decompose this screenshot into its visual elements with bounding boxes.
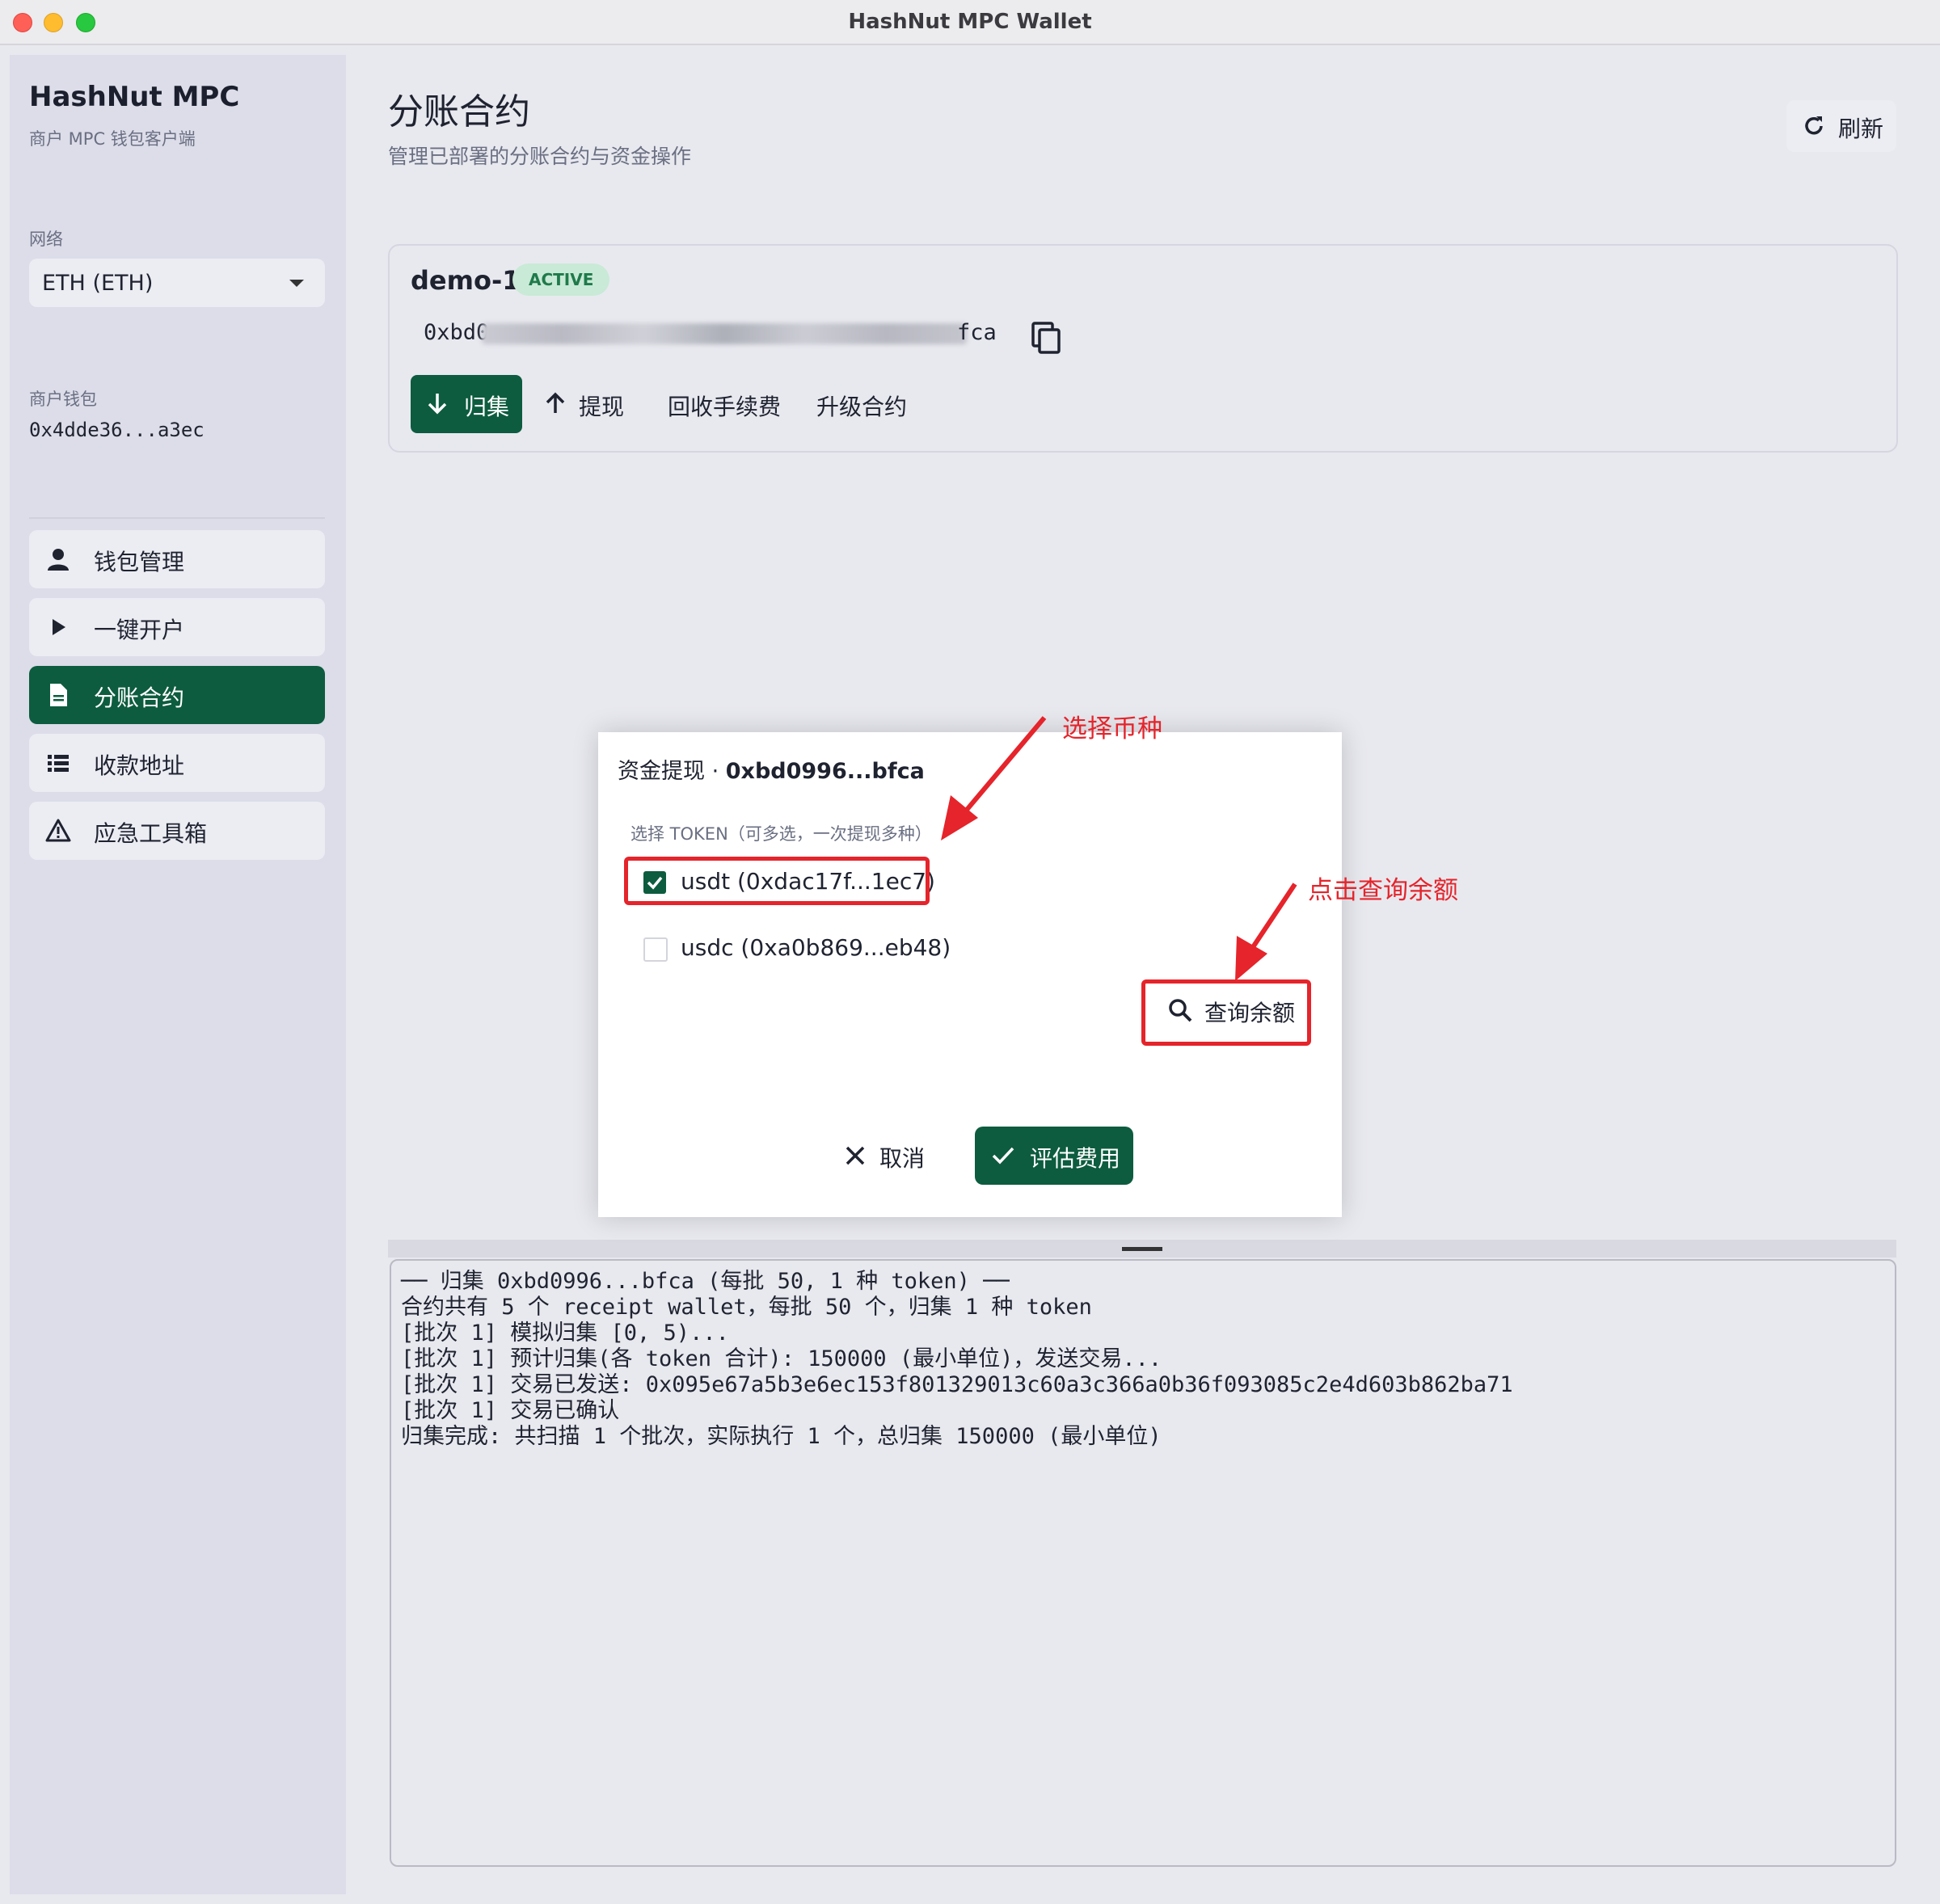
estimate-fee-label: 评估费用 [1030,1145,1121,1172]
page-subtitle: 管理已部署的分账合约与资金操作 [388,145,692,168]
merchant-wallet-label: 商户钱包 [29,390,97,409]
panel-splitter[interactable] [388,1240,1896,1257]
contract-name: demo-1 [411,265,521,296]
arrow-up-icon [546,392,565,413]
reclaim-fee-label: 回收手续费 [668,394,782,420]
contract-address-end: fca [957,320,997,345]
estimate-fee-button[interactable]: 评估费用 [975,1127,1133,1185]
sidebar: HashNut MPC 商户 MPC 钱包客户端 网络 ETH (ETH) 商户… [10,55,346,1894]
sidebar-item-wallet-management[interactable]: 钱包管理 [29,530,325,588]
token-option-usdc[interactable]: usdc (0xa0b869...eb48) [643,933,951,965]
log-line: [批次 1] 交易已发送: 0x095e67a5b3e6ec153f801329… [401,1372,1513,1397]
log-text: ── 归集 0xbd0996...bfca (每批 50, 1 种 token)… [401,1269,1513,1450]
network-select-value: ETH (ETH) [42,271,154,296]
highlight-box-query [1141,979,1311,1046]
sidebar-item-one-click-open[interactable]: 一键开户 [29,598,325,656]
sidebar-item-emergency-toolbox[interactable]: 应急工具箱 [29,802,325,860]
arrow-down-icon [428,394,447,415]
contract-card: demo-1 ACTIVE 0xbd0 fca 归集 提现 回收手续费 升级合约 [388,244,1898,453]
sidebar-item-label: 收款地址 [94,752,185,779]
splitter-grip-icon[interactable] [1122,1247,1162,1251]
withdraw-label: 提现 [579,394,625,420]
check-icon [992,1147,1014,1165]
log-line: [批次 1] 模拟归集 [0, 5)... [401,1321,729,1346]
sidebar-item-label: 应急工具箱 [94,820,208,847]
brand-subtitle: 商户 MPC 钱包客户端 [29,129,196,149]
sidebar-item-label: 钱包管理 [94,549,185,575]
close-icon [846,1146,865,1165]
dialog-title-address: 0xbd0996...bfca [725,759,925,784]
collect-button[interactable]: 归集 [411,375,522,433]
sidebar-item-label: 分账合约 [94,685,185,711]
contract-address-redacted [482,323,967,344]
log-line: ── 归集 0xbd0996...bfca (每批 50, 1 种 token)… [401,1269,1010,1294]
sidebar-item-label: 一键开户 [94,617,185,643]
document-icon [50,684,67,706]
network-label: 网络 [29,230,63,249]
dialog-title: 资金提现 · 0xbd0996...bfca [618,753,925,785]
log-line: 合约共有 5 个 receipt wallet，每批 50 个，归集 1 种 t… [401,1295,1092,1320]
highlight-box-token [624,857,930,905]
contract-address-start: 0xbd0 [424,320,490,345]
annotation-click-query: 点击查询余额 [1308,876,1458,905]
status-badge: ACTIVE [512,263,610,296]
upgrade-contract-label: 升级合约 [816,394,908,420]
network-select[interactable]: ETH (ETH) [29,259,325,307]
cancel-button[interactable]: 取消 [841,1127,930,1185]
token-label: usdc (0xa0b869...eb48) [681,934,951,961]
sidebar-item-split-contract[interactable]: 分账合约 [29,666,325,724]
refresh-icon [1805,116,1823,135]
token-section-label: 选择 TOKEN（可多选，一次提现多种） [630,824,932,844]
play-icon [53,619,65,635]
log-line: [批次 1] 交易已确认 [401,1398,620,1423]
annotation-select-token: 选择币种 [1062,714,1162,743]
list-icon [48,755,69,772]
dialog-title-prefix: 资金提现 · [618,759,726,784]
checkbox-unchecked-icon[interactable] [643,937,668,962]
cancel-label: 取消 [879,1145,926,1172]
refresh-label: 刷新 [1838,116,1884,142]
withdraw-dialog: 资金提现 · 0xbd0996...bfca 选择 TOKEN（可多选，一次提现… [598,732,1342,1217]
sidebar-item-receive-address[interactable]: 收款地址 [29,734,325,792]
log-panel: ── 归集 0xbd0996...bfca (每批 50, 1 种 token)… [390,1259,1896,1867]
window-title: HashNut MPC Wallet [848,10,1092,34]
warning-icon [45,819,71,842]
log-line: [批次 1] 预计归集(各 token 合计): 150000 (最小单位)，发… [401,1346,1162,1371]
user-icon [48,549,69,571]
merchant-wallet-address: 0x4dde36...a3ec [29,419,205,441]
chevron-down-icon [289,280,304,287]
reclaim-fee-button[interactable]: 回收手续费 [668,375,789,433]
withdraw-button[interactable]: 提现 [540,375,629,433]
copy-icon[interactable] [1030,320,1062,356]
upgrade-contract-button[interactable]: 升级合约 [816,375,913,433]
collect-label: 归集 [464,394,510,420]
sidebar-divider [29,517,325,519]
log-line: 归集完成: 共扫描 1 个批次，实际执行 1 个，总归集 150000 (最小单… [401,1424,1162,1449]
title-bar: HashNut MPC Wallet [0,0,1940,45]
brand-title: HashNut MPC [29,81,240,113]
page-title: 分账合约 [388,91,530,133]
refresh-button[interactable]: 刷新 [1786,100,1896,152]
